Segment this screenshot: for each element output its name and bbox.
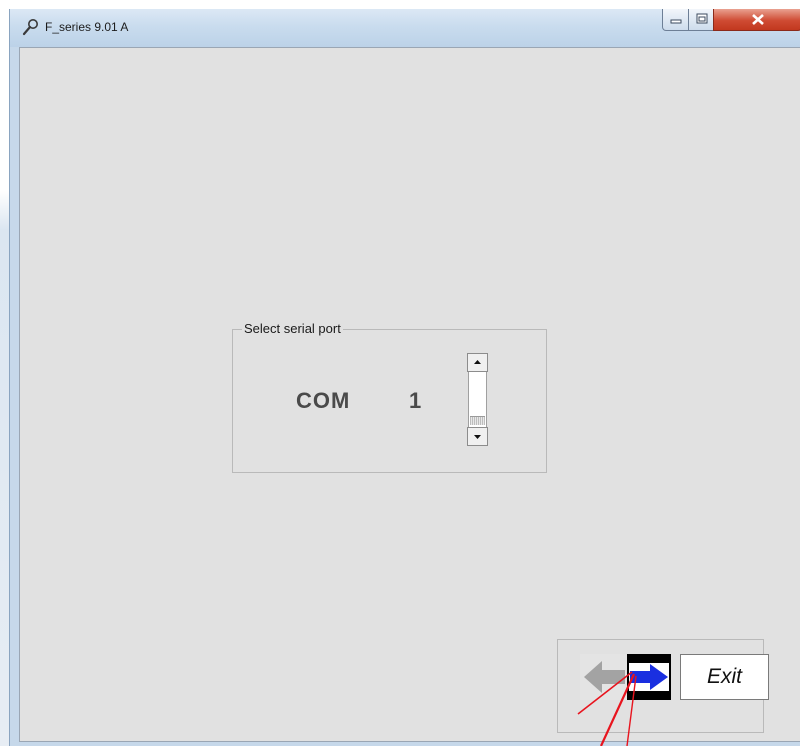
close-icon: [752, 14, 764, 25]
arrow-down-icon: [474, 435, 481, 439]
maximize-icon: [696, 13, 708, 24]
window-title: F_series 9.01 A: [45, 20, 129, 34]
next-button[interactable]: [627, 654, 671, 700]
exit-button[interactable]: Exit: [680, 654, 769, 700]
port-prefix: COM: [296, 388, 351, 413]
arrow-up-icon: [474, 360, 481, 364]
port-number: 1: [409, 388, 422, 413]
maximize-button[interactable]: [688, 9, 714, 31]
navigation-group: Exit: [557, 639, 769, 733]
arrow-right-icon: [627, 654, 671, 700]
serial-port-group: Select serial port COM 1: [232, 321, 547, 473]
spin-up-button[interactable]: [467, 353, 488, 372]
client-area: Select serial port COM 1 Exit: [19, 47, 800, 742]
title-bar[interactable]: F_series 9.01 A: [10, 9, 800, 47]
back-button[interactable]: [580, 654, 627, 700]
background-strip: [0, 0, 9, 746]
wrench-magnifier-icon: [22, 19, 38, 36]
close-button[interactable]: [713, 9, 800, 31]
minimize-icon: [670, 19, 682, 24]
app-window: F_series 9.01 A Select serial port COM 1…: [9, 9, 800, 746]
spin-track[interactable]: [468, 372, 487, 427]
spin-down-button[interactable]: [467, 427, 488, 446]
arrow-left-icon: [580, 654, 627, 700]
port-spinner[interactable]: [467, 353, 488, 446]
serial-port-group-label: Select serial port: [242, 321, 343, 336]
window-controls: [662, 9, 800, 31]
spin-thumb[interactable]: [470, 416, 485, 425]
minimize-button[interactable]: [662, 9, 689, 31]
